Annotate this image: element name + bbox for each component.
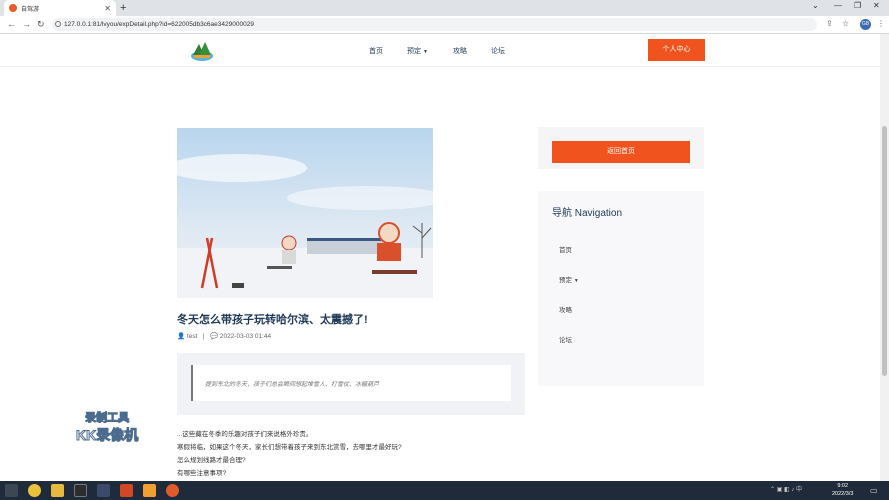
- info-icon[interactable]: [55, 21, 61, 27]
- url-input[interactable]: 127.0.0.1:81/lvyou/expDetail.php?id=6220…: [52, 18, 817, 31]
- sidebar-item-home[interactable]: 首页: [559, 244, 572, 254]
- post-meta: 👤 test | 💬 2022-03-03 01:44: [177, 332, 271, 340]
- sidebar: 返回首页 导航 Navigation 首页 预定 ▼ 攻略 论坛: [538, 127, 704, 386]
- reload-icon[interactable]: ↻: [37, 19, 45, 30]
- nav-forum[interactable]: 论坛: [491, 46, 505, 56]
- window-close-icon[interactable]: ✕: [873, 1, 880, 10]
- back-home-button[interactable]: 返回首页: [552, 141, 690, 163]
- chrome-icon[interactable]: [28, 484, 41, 497]
- clock-time: 9:02: [837, 483, 849, 489]
- browser-app-icon[interactable]: [166, 484, 179, 497]
- os-taskbar: ⌃ ▣ ◧ ♪ 中 9:02 2022/3/3 ▭: [0, 481, 889, 500]
- sidebar-item-guides[interactable]: 攻略: [559, 304, 572, 314]
- nav-guides[interactable]: 攻略: [453, 46, 467, 56]
- nav-home[interactable]: 首页: [369, 46, 383, 56]
- post-paragraph: ...这些藏在冬季的乐趣对孩子们来说格外珍贵。: [177, 431, 313, 438]
- new-tab-icon[interactable]: +: [120, 2, 126, 14]
- post-date: 2022-03-03 01:44: [219, 333, 272, 340]
- user-icon: 👤: [177, 333, 186, 340]
- tab-title: 自驾游: [21, 6, 40, 13]
- tab-close-icon[interactable]: ✕: [104, 4, 111, 13]
- post-author: test: [186, 333, 198, 340]
- post-paragraph: 有哪些注意事项?: [177, 470, 227, 477]
- watermark-line2: KK录像机: [75, 427, 139, 444]
- file-explorer-icon[interactable]: [51, 484, 64, 497]
- watermark-line1: 录制工具: [85, 412, 130, 425]
- sidebar-navigation: 导航 Navigation 首页 预定 ▼ 攻略 论坛: [538, 191, 704, 386]
- user-center-button[interactable]: 个人中心: [648, 39, 705, 61]
- system-tray-icons[interactable]: ⌃ ▣ ◧ ♪ 中: [770, 484, 820, 497]
- maximize-icon[interactable]: ❐: [854, 1, 861, 10]
- app-icon[interactable]: [97, 484, 110, 497]
- site-favicon-icon: [9, 4, 17, 12]
- post-hero-image: [177, 128, 433, 298]
- wps-icon[interactable]: [120, 484, 133, 497]
- back-arrow-icon[interactable]: ←: [7, 19, 16, 29]
- sidebar-item-forum[interactable]: 论坛: [559, 334, 572, 344]
- site-header: 首页 预定 ▼ 攻略 论坛 个人中心: [0, 34, 880, 67]
- post-paragraph: 怎么规划线路才最合理?: [177, 457, 246, 464]
- recorder-app-icon[interactable]: [143, 484, 156, 497]
- caret-down-icon: ▼: [422, 49, 428, 55]
- recorder-watermark: 录制工具 KK录像机: [75, 409, 139, 445]
- quote-container: 提到东北的冬天，孩子们总会瞬间想起堆雪人、打雪仗、冰糖葫芦: [177, 353, 525, 415]
- tab-search-icon[interactable]: ⌄: [812, 1, 819, 10]
- post-quote: 提到东北的冬天，孩子们总会瞬间想起堆雪人、打雪仗、冰糖葫芦: [191, 365, 511, 401]
- page-content: 冬天怎么带孩子玩转哈尔滨、太震撼了! 👤 test | 💬 2022-03-03…: [0, 68, 880, 481]
- bookmark-star-icon[interactable]: ☆: [842, 19, 849, 28]
- caret-down-icon: ▼: [573, 278, 579, 284]
- sidebar-item-booking[interactable]: 预定 ▼: [559, 274, 579, 284]
- sidebar-item-booking-label: 预定: [559, 277, 572, 284]
- nav-booking-label: 预定: [407, 48, 421, 55]
- minimize-icon[interactable]: —: [834, 1, 842, 10]
- address-bar-row: ← → ↻ 127.0.0.1:81/lvyou/expDetail.php?i…: [0, 16, 889, 34]
- nav-booking[interactable]: 预定 ▼: [407, 46, 428, 56]
- terminal-icon[interactable]: [74, 484, 87, 497]
- clock-date: 2022/3/3: [832, 490, 854, 497]
- profile-avatar[interactable]: GB: [860, 19, 871, 30]
- browser-titlebar: 自驾游 ✕ + ⌄ — ❐ ✕ ← → ↻ 127.0.0.1:81/lvyou…: [0, 0, 889, 34]
- sidebar-heading: 导航 Navigation: [552, 208, 623, 219]
- page-scrollbar[interactable]: [880, 34, 889, 481]
- site-logo-icon[interactable]: [190, 38, 214, 62]
- sidebar-top-panel: 返回首页: [538, 127, 704, 169]
- share-icon[interactable]: ⇪: [826, 19, 833, 28]
- post-title[interactable]: 冬天怎么带孩子玩转哈尔滨、太震撼了!: [177, 311, 368, 327]
- notification-icon[interactable]: ▭: [870, 484, 883, 497]
- meta-separator: |: [199, 333, 209, 340]
- taskbar-clock[interactable]: 9:02 2022/3/3: [832, 483, 853, 498]
- comment-icon: 💬: [209, 333, 219, 340]
- browser-tab[interactable]: 自驾游 ✕: [4, 0, 116, 16]
- post-paragraph: 寒假将临，如果这个冬天，家长们想带着孩子来到东北赏雪，去哪里才最好玩?: [177, 444, 402, 451]
- start-icon[interactable]: [5, 484, 18, 497]
- scrollbar-thumb[interactable]: [882, 126, 887, 376]
- forward-arrow-icon[interactable]: →: [22, 19, 31, 29]
- menu-dots-icon[interactable]: ⋮: [877, 19, 885, 28]
- url-text: 127.0.0.1:81/lvyou/expDetail.php?id=6220…: [64, 21, 254, 28]
